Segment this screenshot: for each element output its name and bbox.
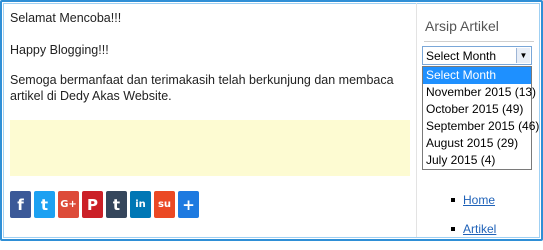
nav-item-artikel[interactable]: Artikel bbox=[451, 221, 496, 237]
pinterest-icon[interactable]: P bbox=[82, 191, 103, 218]
sidebar-nav: Home Artikel bbox=[451, 192, 496, 250]
dropdown-option[interactable]: October 2015 (49) bbox=[423, 101, 531, 118]
title-underline bbox=[424, 41, 534, 42]
nav-link[interactable]: Artikel bbox=[463, 222, 496, 236]
twitter-icon[interactable]: t bbox=[34, 191, 55, 218]
stumbleupon-icon[interactable]: su bbox=[154, 191, 175, 218]
tumblr-icon[interactable]: t bbox=[106, 191, 127, 218]
dropdown-option[interactable]: July 2015 (4) bbox=[423, 152, 531, 169]
nav-link[interactable]: Home bbox=[463, 193, 495, 207]
bullet-icon bbox=[451, 227, 455, 231]
sidebar-title: Arsip Artikel bbox=[425, 18, 499, 34]
ad-placeholder bbox=[10, 120, 410, 176]
archive-dropdown-list: Select Month November 2015 (13) October 20… bbox=[422, 66, 539, 170]
archive-select-value: Select Month bbox=[426, 49, 497, 63]
more-share-icon[interactable]: + bbox=[178, 191, 199, 218]
dropdown-option[interactable]: Select Month bbox=[423, 67, 531, 84]
archive-select[interactable]: Select Month ▼ bbox=[422, 46, 532, 65]
post-signoff: Happy Blogging!!! bbox=[10, 43, 109, 57]
google-plus-icon[interactable]: G+ bbox=[58, 191, 79, 218]
dropdown-option[interactable]: November 2015 (13) bbox=[423, 84, 536, 101]
dropdown-option[interactable]: September 2015 (46) bbox=[423, 118, 539, 135]
facebook-icon[interactable]: f bbox=[10, 191, 31, 218]
share-buttons: f t G+ Pt in su + bbox=[10, 191, 199, 219]
nav-item-home[interactable]: Home bbox=[451, 192, 496, 208]
linkedin-icon[interactable]: in bbox=[130, 191, 151, 218]
sidebar-divider bbox=[416, 3, 417, 237]
post-greeting: Selamat Mencoba!!! bbox=[10, 11, 122, 25]
post-message: Semoga bermanfaat dan terimakasih telah … bbox=[10, 73, 394, 103]
bullet-icon bbox=[451, 198, 455, 202]
dropdown-option[interactable]: August 2015 (29) bbox=[423, 135, 531, 152]
chevron-down-icon[interactable]: ▼ bbox=[516, 48, 530, 63]
